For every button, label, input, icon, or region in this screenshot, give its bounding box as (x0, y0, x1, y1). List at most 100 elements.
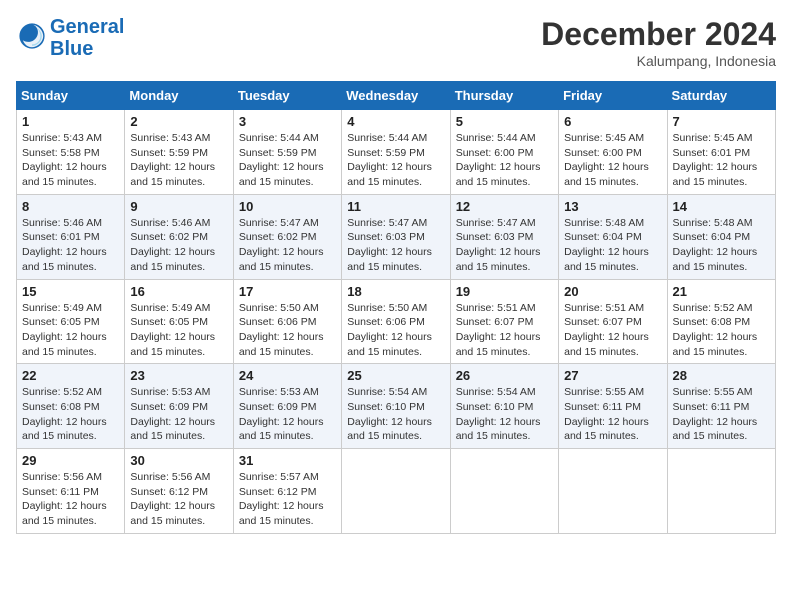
day-info: Sunrise: 5:44 AMSunset: 6:00 PMDaylight:… (456, 131, 553, 190)
day-number: 18 (347, 284, 444, 299)
day-number: 19 (456, 284, 553, 299)
calendar-cell: 12 Sunrise: 5:47 AMSunset: 6:03 PMDayligh… (450, 194, 558, 279)
page-header: General Blue December 2024 Kalumpang, In… (16, 16, 776, 69)
location: Kalumpang, Indonesia (541, 53, 776, 69)
calendar-cell: 6 Sunrise: 5:45 AMSunset: 6:00 PMDaylight… (559, 110, 667, 195)
day-number: 26 (456, 368, 553, 383)
calendar-cell: 1 Sunrise: 5:43 AMSunset: 5:58 PMDaylight… (17, 110, 125, 195)
calendar-header-row: SundayMondayTuesdayWednesdayThursdayFrid… (17, 82, 776, 110)
day-number: 29 (22, 453, 119, 468)
header-friday: Friday (559, 82, 667, 110)
calendar-week-4: 22 Sunrise: 5:52 AMSunset: 6:08 PMDayligh… (17, 364, 776, 449)
day-number: 8 (22, 199, 119, 214)
day-info: Sunrise: 5:43 AMSunset: 5:59 PMDaylight:… (130, 131, 227, 190)
day-number: 28 (673, 368, 770, 383)
day-info: Sunrise: 5:49 AMSunset: 6:05 PMDaylight:… (130, 301, 227, 360)
calendar-cell: 14 Sunrise: 5:48 AMSunset: 6:04 PMDayligh… (667, 194, 775, 279)
day-info: Sunrise: 5:47 AMSunset: 6:03 PMDaylight:… (347, 216, 444, 275)
day-number: 7 (673, 114, 770, 129)
day-number: 2 (130, 114, 227, 129)
day-number: 14 (673, 199, 770, 214)
calendar-cell (559, 449, 667, 534)
calendar-cell: 27Sunrise: 5:55 AMSunset: 6:11 PMDayligh… (559, 364, 667, 449)
calendar-cell: 31 Sunrise: 5:57 AMSunset: 6:12 PMDayligh… (233, 449, 341, 534)
day-number: 1 (22, 114, 119, 129)
day-info: Sunrise: 5:54 AMSunset: 6:10 PMDaylight:… (347, 385, 444, 444)
calendar-cell: 13Sunrise: 5:48 AMSunset: 6:04 PMDayligh… (559, 194, 667, 279)
calendar-cell: 9Sunrise: 5:46 AMSunset: 6:02 PMDaylight… (125, 194, 233, 279)
calendar-cell: 26 Sunrise: 5:54 AMSunset: 6:10 PMDayligh… (450, 364, 558, 449)
day-info: Sunrise: 5:57 AMSunset: 6:12 PMDaylight:… (239, 470, 336, 529)
calendar-week-3: 15 Sunrise: 5:49 AMSunset: 6:05 PMDayligh… (17, 279, 776, 364)
day-info: Sunrise: 5:45 AMSunset: 6:01 PMDaylight:… (673, 131, 770, 190)
day-number: 20 (564, 284, 661, 299)
calendar-cell: 10Sunrise: 5:47 AMSunset: 6:02 PMDayligh… (233, 194, 341, 279)
day-number: 30 (130, 453, 227, 468)
calendar-cell: 4 Sunrise: 5:44 AMSunset: 5:59 PMDaylight… (342, 110, 450, 195)
calendar-cell: 23Sunrise: 5:53 AMSunset: 6:09 PMDayligh… (125, 364, 233, 449)
header-wednesday: Wednesday (342, 82, 450, 110)
calendar-table: SundayMondayTuesdayWednesdayThursdayFrid… (16, 81, 776, 534)
calendar-cell: 24 Sunrise: 5:53 AMSunset: 6:09 PMDayligh… (233, 364, 341, 449)
logo-general: General (50, 16, 124, 38)
day-number: 4 (347, 114, 444, 129)
day-info: Sunrise: 5:46 AMSunset: 6:02 PMDaylight:… (130, 216, 227, 275)
day-info: Sunrise: 5:43 AMSunset: 5:58 PMDaylight:… (22, 131, 119, 190)
day-info: Sunrise: 5:52 AMSunset: 6:08 PMDaylight:… (22, 385, 119, 444)
calendar-cell: 22 Sunrise: 5:52 AMSunset: 6:08 PMDayligh… (17, 364, 125, 449)
day-number: 21 (673, 284, 770, 299)
calendar-cell: 11Sunrise: 5:47 AMSunset: 6:03 PMDayligh… (342, 194, 450, 279)
day-number: 12 (456, 199, 553, 214)
header-tuesday: Tuesday (233, 82, 341, 110)
calendar-week-5: 29 Sunrise: 5:56 AMSunset: 6:11 PMDayligh… (17, 449, 776, 534)
calendar-cell: 25Sunrise: 5:54 AMSunset: 6:10 PMDayligh… (342, 364, 450, 449)
day-info: Sunrise: 5:54 AMSunset: 6:10 PMDaylight:… (456, 385, 553, 444)
title-block: December 2024 Kalumpang, Indonesia (541, 16, 776, 69)
day-number: 6 (564, 114, 661, 129)
day-info: Sunrise: 5:53 AMSunset: 6:09 PMDaylight:… (239, 385, 336, 444)
month-title: December 2024 (541, 16, 776, 53)
day-info: Sunrise: 5:47 AMSunset: 6:03 PMDaylight:… (456, 216, 553, 275)
day-info: Sunrise: 5:44 AMSunset: 5:59 PMDaylight:… (347, 131, 444, 190)
calendar-cell: 5 Sunrise: 5:44 AMSunset: 6:00 PMDaylight… (450, 110, 558, 195)
day-number: 31 (239, 453, 336, 468)
logo-icon (18, 22, 46, 50)
day-info: Sunrise: 5:50 AMSunset: 6:06 PMDaylight:… (347, 301, 444, 360)
day-info: Sunrise: 5:48 AMSunset: 6:04 PMDaylight:… (673, 216, 770, 275)
day-number: 15 (22, 284, 119, 299)
day-info: Sunrise: 5:45 AMSunset: 6:00 PMDaylight:… (564, 131, 661, 190)
day-number: 24 (239, 368, 336, 383)
calendar-cell: 21 Sunrise: 5:52 AMSunset: 6:08 PMDayligh… (667, 279, 775, 364)
day-info: Sunrise: 5:49 AMSunset: 6:05 PMDaylight:… (22, 301, 119, 360)
calendar-cell: 18 Sunrise: 5:50 AMSunset: 6:06 PMDayligh… (342, 279, 450, 364)
day-info: Sunrise: 5:51 AMSunset: 6:07 PMDaylight:… (564, 301, 661, 360)
day-info: Sunrise: 5:53 AMSunset: 6:09 PMDaylight:… (130, 385, 227, 444)
day-info: Sunrise: 5:51 AMSunset: 6:07 PMDaylight:… (456, 301, 553, 360)
day-info: Sunrise: 5:48 AMSunset: 6:04 PMDaylight:… (564, 216, 661, 275)
calendar-cell: 28 Sunrise: 5:55 AMSunset: 6:11 PMDayligh… (667, 364, 775, 449)
logo-blue: Blue (50, 38, 124, 60)
day-info: Sunrise: 5:52 AMSunset: 6:08 PMDaylight:… (673, 301, 770, 360)
day-number: 27 (564, 368, 661, 383)
calendar-cell: 30Sunrise: 5:56 AMSunset: 6:12 PMDayligh… (125, 449, 233, 534)
calendar-cell: 15 Sunrise: 5:49 AMSunset: 6:05 PMDayligh… (17, 279, 125, 364)
calendar-cell (667, 449, 775, 534)
calendar-week-2: 8 Sunrise: 5:46 AMSunset: 6:01 PMDaylight… (17, 194, 776, 279)
day-info: Sunrise: 5:44 AMSunset: 5:59 PMDaylight:… (239, 131, 336, 190)
header-thursday: Thursday (450, 82, 558, 110)
header-sunday: Sunday (17, 82, 125, 110)
day-info: Sunrise: 5:55 AMSunset: 6:11 PMDaylight:… (673, 385, 770, 444)
day-number: 22 (22, 368, 119, 383)
day-number: 3 (239, 114, 336, 129)
header-monday: Monday (125, 82, 233, 110)
calendar-cell: 8 Sunrise: 5:46 AMSunset: 6:01 PMDaylight… (17, 194, 125, 279)
day-info: Sunrise: 5:47 AMSunset: 6:02 PMDaylight:… (239, 216, 336, 275)
calendar-cell: 3 Sunrise: 5:44 AMSunset: 5:59 PMDaylight… (233, 110, 341, 195)
day-info: Sunrise: 5:56 AMSunset: 6:11 PMDaylight:… (22, 470, 119, 529)
calendar-cell: 29 Sunrise: 5:56 AMSunset: 6:11 PMDayligh… (17, 449, 125, 534)
day-info: Sunrise: 5:46 AMSunset: 6:01 PMDaylight:… (22, 216, 119, 275)
logo: General Blue (16, 16, 124, 60)
day-number: 17 (239, 284, 336, 299)
day-number: 5 (456, 114, 553, 129)
calendar-cell: 19 Sunrise: 5:51 AMSunset: 6:07 PMDayligh… (450, 279, 558, 364)
